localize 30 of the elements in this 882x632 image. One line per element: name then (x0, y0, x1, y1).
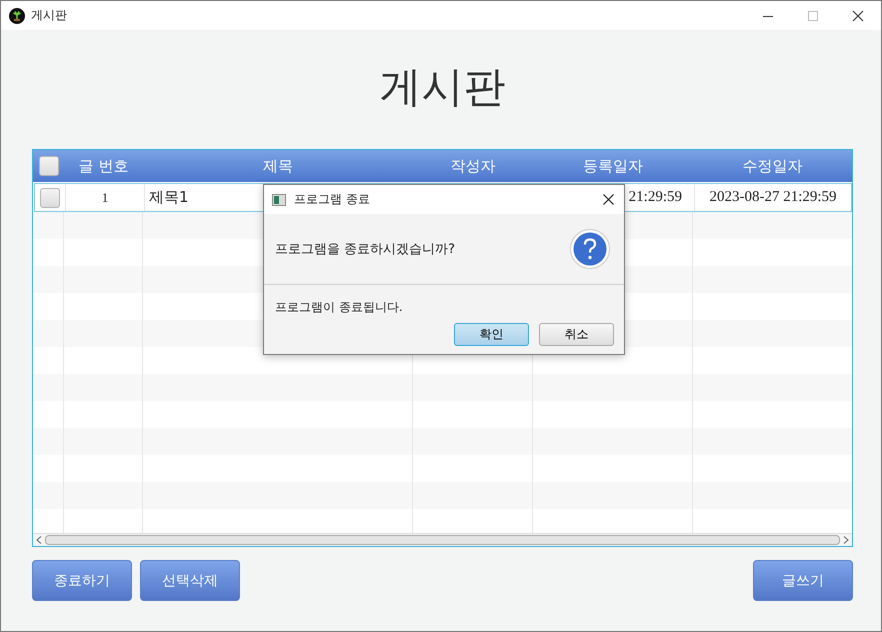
app-logo-icon (9, 8, 25, 24)
column-header[interactable]: 제목 (143, 150, 413, 182)
close-icon[interactable] (852, 10, 864, 22)
column-header[interactable]: 등록일자 (533, 150, 693, 182)
window-title: 게시판 (31, 7, 67, 24)
checkbox[interactable] (38, 156, 58, 176)
question-icon (570, 229, 610, 269)
column-header[interactable]: 수정일자 (693, 150, 852, 182)
write-button[interactable]: 글쓰기 (753, 560, 853, 601)
scroll-thumb[interactable] (45, 535, 840, 545)
scroll-right-icon[interactable] (843, 536, 849, 544)
table-cell: 2023-08-27 21:29:59 (709, 189, 837, 206)
window-icon (272, 194, 286, 206)
table-cell: 21:29:59 (628, 189, 682, 206)
dialog-title: 프로그램 종료 (294, 191, 371, 208)
scroll-left-icon[interactable] (36, 536, 42, 544)
dialog-button[interactable]: 취소 (539, 323, 614, 346)
checkbox[interactable] (40, 188, 60, 208)
dialog-message: 프로그램을 종료하시겠습니까? (275, 241, 456, 258)
action-button[interactable]: 종료하기 (32, 560, 132, 601)
action-button[interactable]: 선택삭제 (140, 560, 240, 601)
dialog-detail: 프로그램이 종료됩니다. (275, 299, 404, 316)
table-cell: 제목1 (149, 188, 189, 207)
horizontal-scrollbar[interactable] (33, 533, 852, 546)
column-header[interactable]: 작성자 (413, 150, 533, 182)
table-cell: 1 (102, 190, 108, 206)
close-icon[interactable] (603, 194, 614, 205)
dialog-button[interactable]: 확인 (454, 323, 529, 346)
page-heading: 게시판 (380, 61, 506, 113)
column-header[interactable]: 글 번호 (64, 150, 143, 182)
